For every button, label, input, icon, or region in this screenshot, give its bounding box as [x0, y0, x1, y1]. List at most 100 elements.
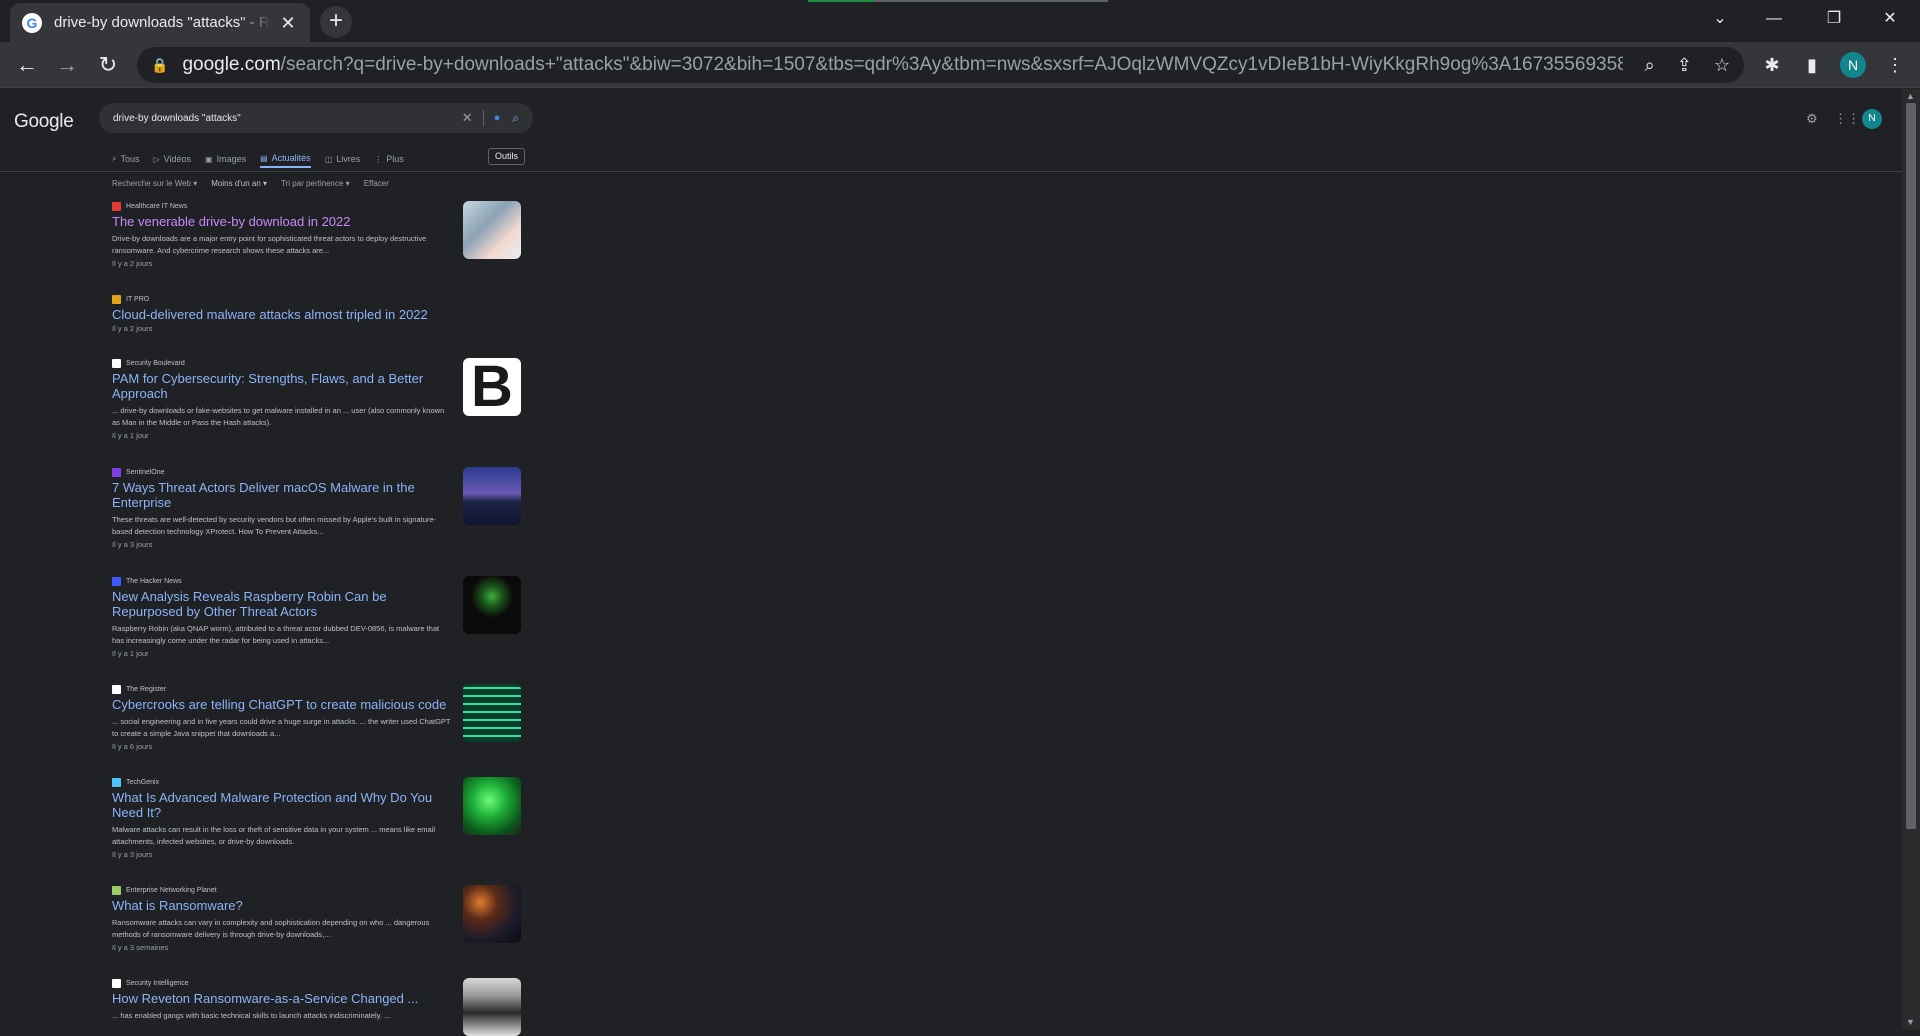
scroll-down-icon[interactable]: ▼	[1906, 1017, 1915, 1027]
result-thumbnail[interactable]: B	[463, 358, 521, 416]
forward-arrow-icon[interactable]: →	[52, 50, 82, 80]
result-date: Il y a 2 jours	[112, 324, 153, 333]
result-snippet: ... has enabled gangs with basic technic…	[112, 1011, 391, 1020]
result-thumbnail[interactable]	[463, 684, 521, 742]
result-thumbnail[interactable]	[463, 201, 521, 259]
result-thumbnail[interactable]	[463, 467, 521, 525]
scroll-thumb[interactable]	[1906, 103, 1916, 829]
settings-gear-icon[interactable]: ⚙	[1806, 111, 1818, 127]
result-title-link[interactable]: The venerable drive-by download in 2022	[112, 214, 452, 229]
news-result[interactable]: Enterprise Networking Planet What is Rans…	[112, 885, 522, 952]
tab-search-icon[interactable]: ⌄	[1698, 4, 1742, 34]
browser-tab[interactable]: G drive-by downloads "attacks" - Re ✕	[10, 3, 310, 42]
source-favicon-icon	[112, 294, 121, 304]
result-source[interactable]: TechGenix	[112, 777, 522, 787]
tab-icon: ▣	[205, 154, 213, 164]
result-source[interactable]: Healthcare IT News	[112, 201, 522, 211]
search-results-page: Google drive-by downloads "attacks" ✕ ● …	[0, 89, 1902, 1036]
url-text[interactable]: google.com/search?q=drive-by+downloads+"…	[182, 54, 1622, 76]
search-type-tabs: ⌕ Tous ▷ Vidéos ▣ Images ▤ Actualités ◫ Livres ⋮ Pl…	[112, 150, 418, 168]
tab-label: Livres	[336, 154, 361, 164]
result-source[interactable]: Enterprise Networking Planet	[112, 885, 522, 895]
news-result[interactable]: The Hacker News New Analysis Reveals Rasp…	[112, 576, 522, 658]
news-result[interactable]: IT PRO Cloud-delivered malware attacks al…	[112, 294, 522, 333]
result-source[interactable]: Security Boulevard	[112, 358, 522, 368]
result-source[interactable]: SentinelOne	[112, 467, 522, 477]
zoom-icon[interactable]: ⌕	[1645, 55, 1655, 76]
tools-button[interactable]: Outils	[488, 148, 526, 165]
close-window-button[interactable]: ✕	[1868, 4, 1912, 34]
result-title-link[interactable]: Cloud-delivered malware attacks almost t…	[112, 307, 452, 322]
result-source[interactable]: The Register	[112, 684, 522, 694]
result-thumbnail[interactable]	[463, 777, 521, 835]
source-name: SentinelOne	[126, 468, 165, 476]
filter-dropdown[interactable]: Effacer	[364, 179, 389, 188]
news-result[interactable]: The Register Cybercrooks are telling Chat…	[112, 684, 522, 751]
share-icon[interactable]: ⇪	[1677, 55, 1692, 76]
result-snippet: Ransomware attacks can vary in complexit…	[112, 918, 430, 939]
result-snippet: These threats are well-detected by secur…	[112, 515, 437, 536]
result-source[interactable]: IT PRO	[112, 294, 522, 304]
profile-avatar[interactable]: N	[1840, 52, 1866, 78]
filter-dropdown[interactable]: Tri par pertinence ▾	[281, 179, 350, 188]
result-title-link[interactable]: Cybercrooks are telling ChatGPT to creat…	[112, 697, 452, 712]
new-tab-button[interactable]: +	[320, 6, 352, 38]
tab-plus[interactable]: ⋮ Plus	[374, 150, 404, 168]
news-result[interactable]: SentinelOne 7 Ways Threat Actors Deliver …	[112, 467, 522, 549]
result-snippet: ... social engineering and in five years…	[112, 717, 451, 738]
filter-dropdown[interactable]: Recherche sur le Web ▾	[112, 179, 197, 188]
result-thumbnail[interactable]	[463, 576, 521, 634]
result-title-link[interactable]: 7 Ways Threat Actors Deliver macOS Malwa…	[112, 480, 452, 510]
tab-actualités[interactable]: ▤ Actualités	[260, 150, 311, 168]
result-thumbnail[interactable]	[463, 978, 521, 1036]
scroll-up-icon[interactable]: ▲	[1906, 91, 1915, 101]
result-source[interactable]: Security Intelligence	[112, 978, 522, 988]
search-icon[interactable]: ⌕	[512, 111, 519, 126]
header-divider	[0, 171, 1902, 172]
extensions-icon[interactable]: ✱	[1757, 50, 1787, 80]
news-result[interactable]: TechGenix What Is Advanced Malware Protec…	[112, 777, 522, 859]
tab-images[interactable]: ▣ Images	[205, 150, 246, 168]
filter-dropdown[interactable]: Moins d'un an ▾	[211, 179, 267, 188]
apps-grid-icon[interactable]: ⋮⋮	[1834, 111, 1860, 127]
search-query[interactable]: drive-by downloads "attacks"	[113, 113, 462, 124]
search-input[interactable]: drive-by downloads "attacks" ✕ ● ⌕	[99, 103, 533, 133]
news-result[interactable]: Healthcare IT News The venerable drive-by…	[112, 201, 522, 268]
tab-vidéos[interactable]: ▷ Vidéos	[154, 150, 192, 168]
news-result[interactable]: Security Intelligence How Reveton Ransomw…	[112, 978, 522, 1036]
account-avatar[interactable]: N	[1862, 109, 1882, 129]
star-icon[interactable]: ☆	[1714, 55, 1730, 76]
lock-icon[interactable]: 🔒	[151, 57, 168, 74]
tab-close-icon[interactable]: ✕	[278, 13, 298, 33]
search-filters: Recherche sur le Web ▾ Moins d'un an ▾ Tri…	[112, 179, 403, 188]
scrollbar[interactable]: ▲ ▼	[1902, 89, 1920, 1030]
news-result[interactable]: Security Boulevard PAM for Cybersecurity:…	[112, 358, 522, 440]
side-panel-icon[interactable]: ▮	[1797, 50, 1827, 80]
result-thumbnail[interactable]	[463, 885, 521, 943]
source-favicon-icon	[112, 684, 121, 694]
reload-icon[interactable]: ↻	[93, 50, 123, 80]
result-title-link[interactable]: PAM for Cybersecurity: Strengths, Flaws,…	[112, 371, 452, 401]
page-load-indicator	[808, 0, 1108, 2]
tab-icon: ▤	[260, 153, 268, 163]
result-title-link[interactable]: What Is Advanced Malware Protection and …	[112, 790, 452, 820]
result-date: Il y a 1 jour	[112, 431, 149, 440]
clear-icon[interactable]: ✕	[462, 110, 473, 126]
search-divider	[482, 110, 484, 126]
address-bar[interactable]: 🔒 google.com/search?q=drive-by+downloads…	[137, 47, 1744, 83]
result-title-link[interactable]: What is Ransomware?	[112, 898, 452, 913]
source-favicon-icon	[112, 885, 121, 895]
source-favicon-icon	[112, 576, 121, 586]
menu-icon[interactable]: ⋮	[1880, 50, 1910, 80]
result-source[interactable]: The Hacker News	[112, 576, 522, 586]
result-title-link[interactable]: How Reveton Ransomware-as-a-Service Chan…	[112, 991, 452, 1006]
tab-tous[interactable]: ⌕ Tous	[112, 150, 140, 168]
restore-button[interactable]: ❐	[1812, 4, 1856, 34]
tab-livres[interactable]: ◫ Livres	[325, 150, 361, 168]
result-title-link[interactable]: New Analysis Reveals Raspberry Robin Can…	[112, 589, 452, 619]
google-logo[interactable]: Google	[14, 111, 74, 133]
microphone-icon[interactable]: ●	[494, 112, 501, 124]
minimize-button[interactable]: —	[1752, 4, 1796, 34]
source-favicon-icon	[112, 358, 121, 368]
back-arrow-icon[interactable]: ←	[12, 50, 42, 80]
